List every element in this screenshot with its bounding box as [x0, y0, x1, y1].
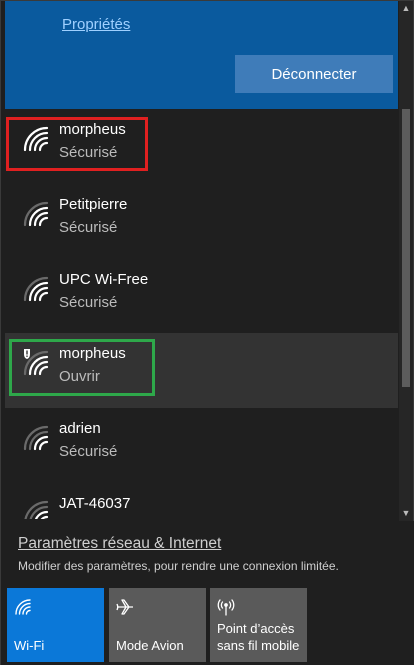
tile-label-line1: Point d’accès: [217, 621, 295, 636]
mobile-hotspot-tile[interactable]: Point d’accès sans fil mobile: [210, 588, 307, 662]
scrollbar[interactable]: ▲ ▼: [399, 1, 413, 521]
scroll-thumb[interactable]: [402, 109, 410, 387]
tile-label: Wi-Fi: [14, 638, 45, 653]
network-settings-description: Modifier des paramètres, pour rendre une…: [18, 559, 339, 573]
tile-label-line2: sans fil mobile: [217, 638, 300, 653]
network-name: Petitpierre: [59, 196, 128, 213]
airplane-icon: [116, 599, 133, 615]
network-item-upc-wi-free[interactable]: UPC Wi-Free Sécurisé: [5, 259, 398, 334]
network-status: Ouvrir: [59, 368, 100, 385]
network-item-adrien[interactable]: adrien Sécurisé: [5, 408, 398, 483]
network-status: Sécurisé: [59, 144, 118, 161]
wifi-icon: [15, 599, 31, 615]
network-item-morpheus-secured[interactable]: morpheus Sécurisé: [5, 109, 398, 184]
network-name: adrien: [59, 420, 101, 437]
network-status: Sécurisé: [59, 294, 118, 311]
network-name: morpheus: [59, 121, 126, 138]
scroll-down-arrow-icon[interactable]: ▼: [401, 508, 411, 518]
network-status: Sécurisé: [59, 219, 118, 236]
wifi-signal-icon: [23, 126, 49, 152]
disconnect-button[interactable]: Déconnecter: [235, 55, 393, 93]
tile-label: Point d’accès sans fil mobile: [217, 620, 299, 654]
network-status: Sécurisé: [59, 443, 118, 460]
network-name: morpheus: [59, 345, 126, 362]
network-name: JAT-46037: [59, 495, 131, 512]
wifi-toggle-tile[interactable]: Wi-Fi: [7, 588, 104, 662]
flyout-footer: Paramètres réseau & Internet Modifier de…: [1, 521, 414, 665]
wifi-signal-icon: [23, 425, 49, 451]
network-item-jat-46037[interactable]: JAT-46037: [5, 483, 398, 519]
network-name: UPC Wi-Free: [59, 271, 149, 288]
airplane-mode-tile[interactable]: Mode Avion: [109, 588, 206, 662]
wifi-warning-icon: [23, 349, 49, 376]
network-flyout: Propriétés Déconnecter morpheus Sécurisé: [0, 0, 414, 665]
wifi-signal-icon: [23, 201, 49, 227]
connected-network-section: Propriétés Déconnecter: [5, 1, 398, 109]
network-list: morpheus Sécurisé Petitpierre Sécurisé U…: [5, 109, 398, 519]
scroll-up-arrow-icon[interactable]: ▲: [401, 3, 411, 13]
properties-link[interactable]: Propriétés: [62, 16, 130, 33]
wifi-signal-icon: [24, 500, 49, 519]
wifi-signal-icon: [23, 276, 49, 302]
network-item-morpheus-open[interactable]: morpheus Ouvrir: [5, 333, 398, 408]
network-settings-link[interactable]: Paramètres réseau & Internet: [18, 535, 221, 553]
network-item-petitpierre[interactable]: Petitpierre Sécurisé: [5, 184, 398, 259]
hotspot-icon: [217, 599, 235, 616]
tile-label: Mode Avion: [116, 638, 184, 653]
